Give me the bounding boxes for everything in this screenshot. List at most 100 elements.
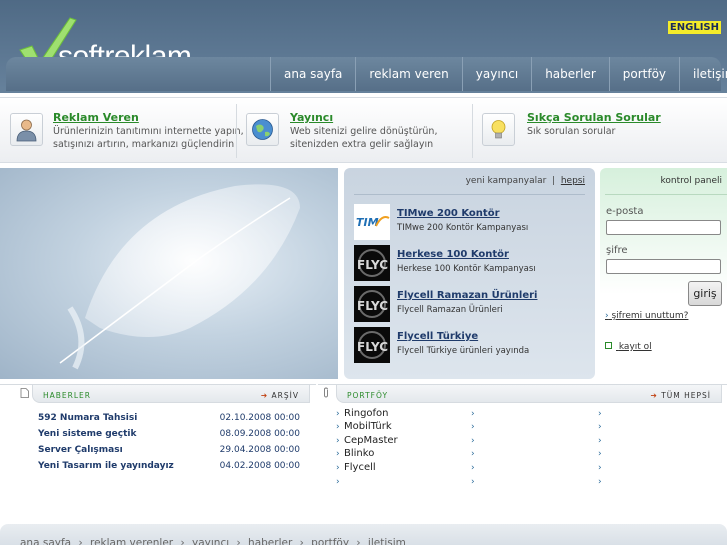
info-advertiser-desc-line2: satışınızı artırın, markanızı güçlendiri… [53,139,235,150]
news-item-title[interactable]: 592 Numara Tahsisi [38,413,137,423]
nav-item-home[interactable]: ana sayfa [270,57,355,91]
news-item-date: 29.04.2008 00:00 [219,445,300,455]
login-submit-button[interactable]: giriş [688,281,722,306]
chevron-right-icon[interactable]: › [598,409,602,419]
news-item-title[interactable]: Yeni sisteme geçtik [38,429,137,439]
footer-link-advertisers[interactable]: reklam verenler [90,537,173,545]
campaigns-header: yeni kampanyalar | hepsi [465,176,585,186]
portfolio-item[interactable]: MobilTürk [344,421,392,432]
campaign-title[interactable]: Flycell Ramazan Ürünleri [397,290,537,301]
language-switch-button[interactable]: ENGLISH [667,21,721,34]
chevron-right-icon: › [336,409,340,419]
chevron-right-icon[interactable]: › [471,422,475,432]
campaign-title[interactable]: TIMwe 200 Kontör [397,208,500,219]
email-field[interactable] [606,220,721,235]
campaign-item[interactable]: FLYC Herkese 100 Kontör Herkese 100 Kont… [354,245,589,281]
campaign-item[interactable]: FLYC Flycell Türkiye Flycell Türkiye ürü… [354,327,589,363]
password-field[interactable] [606,259,721,274]
news-item[interactable]: Yeni Tasarım ile yayındayız 04.02.2008 0… [38,461,300,475]
chevron-right-icon[interactable]: › [471,463,475,473]
portfolio-panel: PORTFÖY ➔ TÜM HEPSİ › Ringofon › MobilTü… [318,384,727,494]
feather-illustration [59,184,300,370]
chevron-right-icon[interactable]: › [471,477,475,487]
register-link[interactable]: kayıt ol [605,342,652,352]
info-publisher-title[interactable]: Yayıncı [290,111,333,124]
footer-link-news[interactable]: haberler [248,537,292,545]
news-item-date: 08.09.2008 00:00 [219,429,300,439]
globe-icon[interactable] [246,113,279,146]
svg-text:FLYC: FLYC [357,258,388,272]
chevron-right-icon[interactable]: › [598,449,602,459]
chevron-right-icon[interactable]: › [471,409,475,419]
info-advertiser-desc-line1: Ürünlerinizin tanıtımını internette yapı… [53,126,244,137]
news-item[interactable]: 592 Numara Tahsisi 02.10.2008 00:00 [38,413,300,427]
portfolio-item[interactable]: Blinko [344,448,374,459]
svg-text:FLYC: FLYC [357,340,388,354]
advertiser-user-icon[interactable] [10,113,43,146]
divider [605,194,727,195]
lightbulb-icon[interactable] [482,113,515,146]
svg-text:TIM: TIM [356,216,379,229]
main-nav: ana sayfa reklam veren yayıncı haberler … [270,57,727,91]
nav-item-publisher[interactable]: yayıncı [461,57,531,91]
footer-link-publisher[interactable]: yayıncı [192,537,229,545]
chevron-right-icon[interactable]: › [598,463,602,473]
footer-separator: › [236,537,241,545]
footer-link-home[interactable]: ana sayfa [20,537,71,545]
news-item[interactable]: Yeni sisteme geçtik 08.09.2008 00:00 [38,429,300,443]
chevron-right-icon[interactable]: › [471,436,475,446]
news-tab: HABERLER ➔ ARŞİV [32,385,310,403]
info-bar: Reklam Veren Ürünlerinizin tanıtımını in… [0,97,727,163]
divider [354,194,585,195]
info-publisher-desc-line1: Web sitenizi gelire dönüştürün, [290,126,438,137]
site-header: softreklam ENGLISH ana sayfa reklam vere… [0,0,727,93]
info-advertiser-title[interactable]: Reklam Veren [53,111,139,124]
campaign-item[interactable]: TIM TIMwe 200 Kontör TIMwe 200 Kontör Ka… [354,204,589,240]
footer-link-contact[interactable]: iletişim [368,537,406,545]
timwe-logo-icon: TIM [354,204,390,240]
flycell-logo-icon: FLYC [354,327,390,363]
chevron-right-icon[interactable]: › [598,436,602,446]
info-advertiser-desc: Ürünlerinizin tanıtımını internette yapı… [53,125,244,151]
news-archive-link[interactable]: ➔ ARŞİV [261,391,299,400]
info-publisher-desc: Web sitenizi gelire dönüştürün, sitenizd… [290,125,437,151]
portfolio-title: PORTFÖY [347,391,389,400]
nav-item-portfolio[interactable]: portföy [608,57,679,91]
campaign-title[interactable]: Flycell Türkiye [397,331,478,342]
news-archive-label[interactable]: ARŞİV [272,391,299,400]
chevron-right-icon[interactable]: › [598,422,602,432]
email-label: e-posta [606,206,644,217]
chevron-right-icon[interactable]: › [471,449,475,459]
chevron-right-icon: › [336,422,340,432]
divider [236,104,237,158]
portfolio-item[interactable]: CepMaster [344,435,398,446]
register-label[interactable]: kayıt ol [619,342,652,352]
portfolio-all-link[interactable]: ➔ TÜM HEPSİ [651,391,712,400]
forgot-password-label[interactable]: şifremi unuttum? [611,311,688,321]
campaign-title[interactable]: Herkese 100 Kontör [397,249,509,260]
nav-item-advertiser[interactable]: reklam veren [355,57,461,91]
nav-item-news[interactable]: haberler [531,57,609,91]
footer-link-portfolio[interactable]: portföy [311,537,349,545]
hero-feather-image [0,168,338,379]
password-label: şifre [606,245,628,256]
news-item[interactable]: Server Çalışması 29.04.2008 00:00 [38,445,300,459]
news-title: HABERLER [43,391,91,400]
campaign-item[interactable]: FLYC Flycell Ramazan Ürünleri Flycell Ra… [354,286,589,322]
info-faq-title[interactable]: Sıkça Sorulan Sorular [527,111,661,124]
campaigns-all-link[interactable]: hepsi [561,176,585,186]
forgot-password-link[interactable]: › şifremi unuttum? [605,311,688,321]
nav-item-contact[interactable]: iletişim [679,57,727,91]
news-item-date: 04.02.2008 00:00 [219,461,300,471]
news-item-title[interactable]: Server Çalışması [38,445,123,455]
portfolio-item[interactable]: Ringofon [344,408,389,419]
chevron-right-icon: › [336,477,340,487]
info-faq-desc-line1: Sık sorulan sorular [527,126,616,137]
portfolio-all-label[interactable]: TÜM HEPSİ [661,391,711,400]
chevron-right-icon[interactable]: › [598,477,602,487]
site-footer: ana sayfa › reklam verenler › yayıncı › … [0,524,727,545]
info-advertiser: Reklam Veren Ürünlerinizin tanıtımını in… [0,98,244,164]
portfolio-item[interactable]: Flycell [344,462,376,473]
news-item-title[interactable]: Yeni Tasarım ile yayındayız [38,461,174,471]
footer-nav: ana sayfa › reklam verenler › yayıncı › … [20,537,410,545]
